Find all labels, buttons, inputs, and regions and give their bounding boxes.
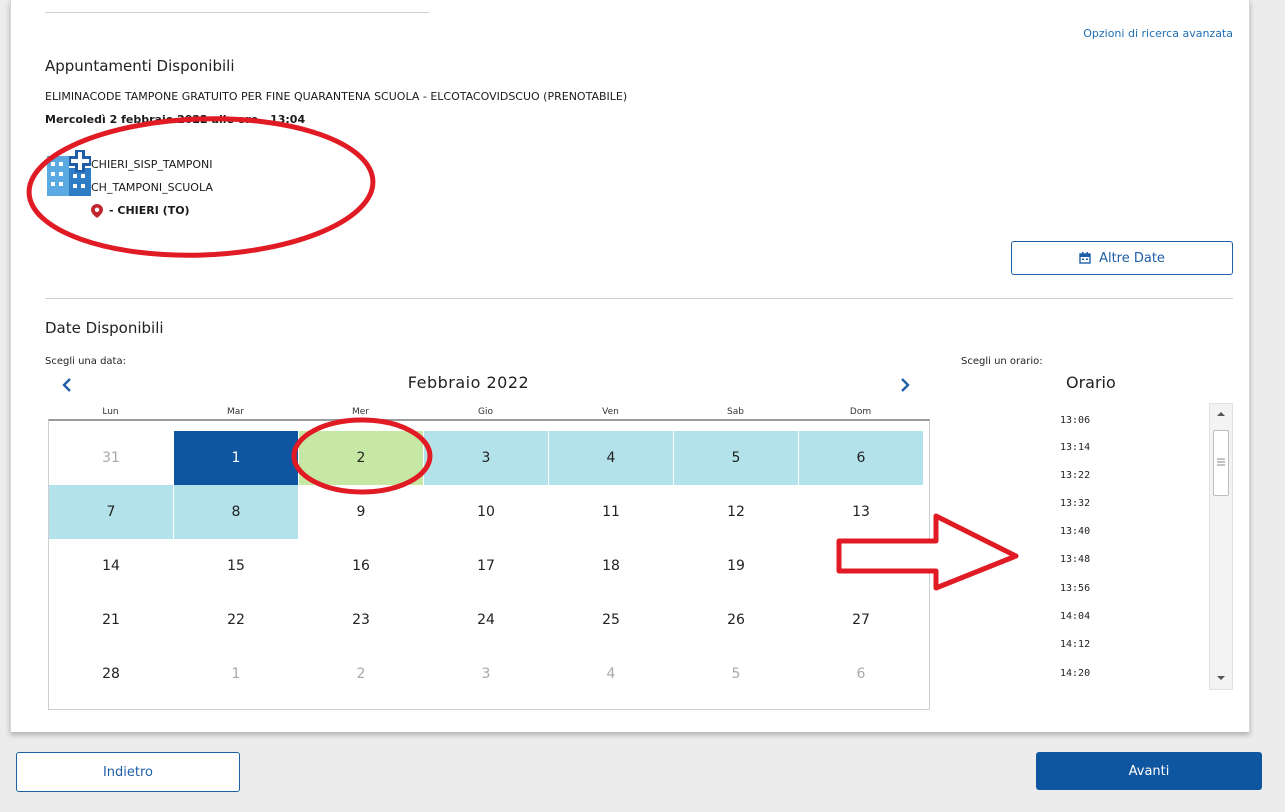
advanced-search-link[interactable]: Opzioni di ricerca avanzata (1083, 27, 1233, 40)
top-divider (45, 12, 429, 13)
weekday-tue: Mar (227, 407, 244, 417)
time-slot[interactable]: 13:14 (1060, 442, 1090, 453)
scrollbar-thumb[interactable] (1213, 430, 1229, 496)
calendar-day-available[interactable]: 7 (49, 485, 173, 539)
calendar-day: 10 (477, 504, 495, 520)
calendar-day: 3 (481, 666, 491, 682)
calendar-day: 5 (731, 666, 741, 682)
calendar-day: 15 (227, 558, 245, 574)
calendar-day: 13 (852, 504, 870, 520)
appointment-time-value: 13:04 (270, 113, 306, 126)
time-slot[interactable]: 13:48 (1060, 554, 1090, 565)
location-city-row: - CHIERI (TO) (91, 199, 213, 222)
time-slot[interactable]: 13:22 (1060, 470, 1090, 481)
location-line2: CH_TAMPONI_SCUOLA (91, 181, 213, 194)
time-slot[interactable]: 14:04 (1060, 611, 1090, 622)
service-name: ELIMINACODE TAMPONE GRATUITO PER FINE QU… (45, 90, 628, 103)
scroll-up-icon[interactable] (1216, 410, 1226, 418)
calendar-day: 2 (356, 666, 366, 682)
calendar-day-available[interactable]: 8 (174, 485, 298, 539)
calendar-day: 25 (602, 612, 620, 628)
calendar-day: 26 (727, 612, 745, 628)
calendar-day: 27 (852, 612, 870, 628)
scroll-down-icon[interactable] (1216, 674, 1226, 682)
other-dates-label: Altre Date (1099, 250, 1165, 266)
next-month-chevron-icon[interactable] (895, 376, 913, 394)
calendar-day-available[interactable]: 5 (674, 431, 798, 485)
calendar-day: 9 (356, 504, 366, 520)
calendar-day-available[interactable]: 6 (799, 431, 923, 485)
calendar-day-available[interactable]: 4 (549, 431, 673, 485)
appointment-datetime: Mercoledì 2 febbraio 2022 alle ore 13:04 (45, 113, 305, 126)
weekday-thu: Gio (478, 407, 493, 417)
calendar-day: 14 (102, 558, 120, 574)
calendar-day: 18 (602, 558, 620, 574)
calendar-day: 17 (477, 558, 495, 574)
appointments-title: Appuntamenti Disponibili (45, 57, 235, 75)
choose-date-label: Scegli una data: (45, 356, 126, 367)
calendar-day: 11 (602, 504, 620, 520)
weekday-mon: Lun (102, 407, 119, 417)
calendar-day-available[interactable]: 3 (424, 431, 548, 485)
available-dates-title: Date Disponibili (45, 319, 164, 337)
calendar-day: 19 (727, 558, 745, 574)
location-city: - CHIERI (TO) (109, 204, 190, 217)
calendar-day: 23 (352, 612, 370, 628)
weekday-sat: Sab (727, 407, 744, 417)
weekday-header: Lun Mar Mer Gio Ven Sab Dom (48, 407, 928, 417)
calendar-icon (1079, 252, 1091, 264)
calendar-day: 20 (852, 558, 870, 574)
middle-divider (45, 298, 1233, 299)
month-label: Febbraio 2022 (407, 373, 530, 392)
time-slot[interactable]: 13:56 (1060, 583, 1090, 594)
calendar-day: 28 (102, 666, 120, 682)
location-line1: CHIERI_SISP_TAMPONI (91, 158, 213, 171)
map-pin-icon (91, 204, 103, 218)
weekday-wed: Mer (351, 407, 369, 417)
calendar-day-selected[interactable]: 1 (174, 431, 298, 485)
calendar-day: 31 (102, 450, 120, 466)
appointment-date-label: Mercoledì 2 febbraio 2022 alle ore (45, 113, 259, 126)
calendar-grid: 31 1 2 3 4 5 6 7 8 9 10 11 12 13 14 15 1… (48, 419, 930, 710)
hospital-icon (47, 150, 91, 196)
back-button[interactable]: Indietro (16, 752, 240, 792)
time-scrollbar[interactable] (1209, 403, 1233, 690)
time-slot[interactable]: 14:20 (1060, 668, 1090, 679)
weekday-sun: Dom (849, 407, 872, 417)
time-column-title: Orario (1066, 373, 1116, 392)
calendar-day: 1 (231, 666, 241, 682)
calendar-day: 24 (477, 612, 495, 628)
time-slot[interactable]: 14:12 (1060, 639, 1090, 650)
time-slot[interactable]: 13:32 (1060, 498, 1090, 509)
next-button[interactable]: Avanti (1036, 752, 1262, 790)
calendar-day-current[interactable]: 2 (299, 431, 423, 485)
other-dates-button[interactable]: Altre Date (1011, 241, 1233, 275)
choose-time-label: Scegli un orario: (961, 356, 1043, 367)
calendar-day: 21 (102, 612, 120, 628)
appointment-card: Opzioni di ricerca avanzata Appuntamenti… (10, 0, 1250, 732)
calendar-day: 4 (606, 666, 616, 682)
calendar-day: 16 (352, 558, 370, 574)
weekday-fri: Ven (602, 407, 619, 417)
time-slot[interactable]: 13:06 (1060, 415, 1090, 426)
location-info: CHIERI_SISP_TAMPONI CH_TAMPONI_SCUOLA - … (91, 153, 213, 222)
calendar-day: 6 (856, 666, 866, 682)
grip-icon (1217, 458, 1225, 466)
calendar-day: 22 (227, 612, 245, 628)
time-slot[interactable]: 13:40 (1060, 526, 1090, 537)
calendar-day: 12 (727, 504, 745, 520)
